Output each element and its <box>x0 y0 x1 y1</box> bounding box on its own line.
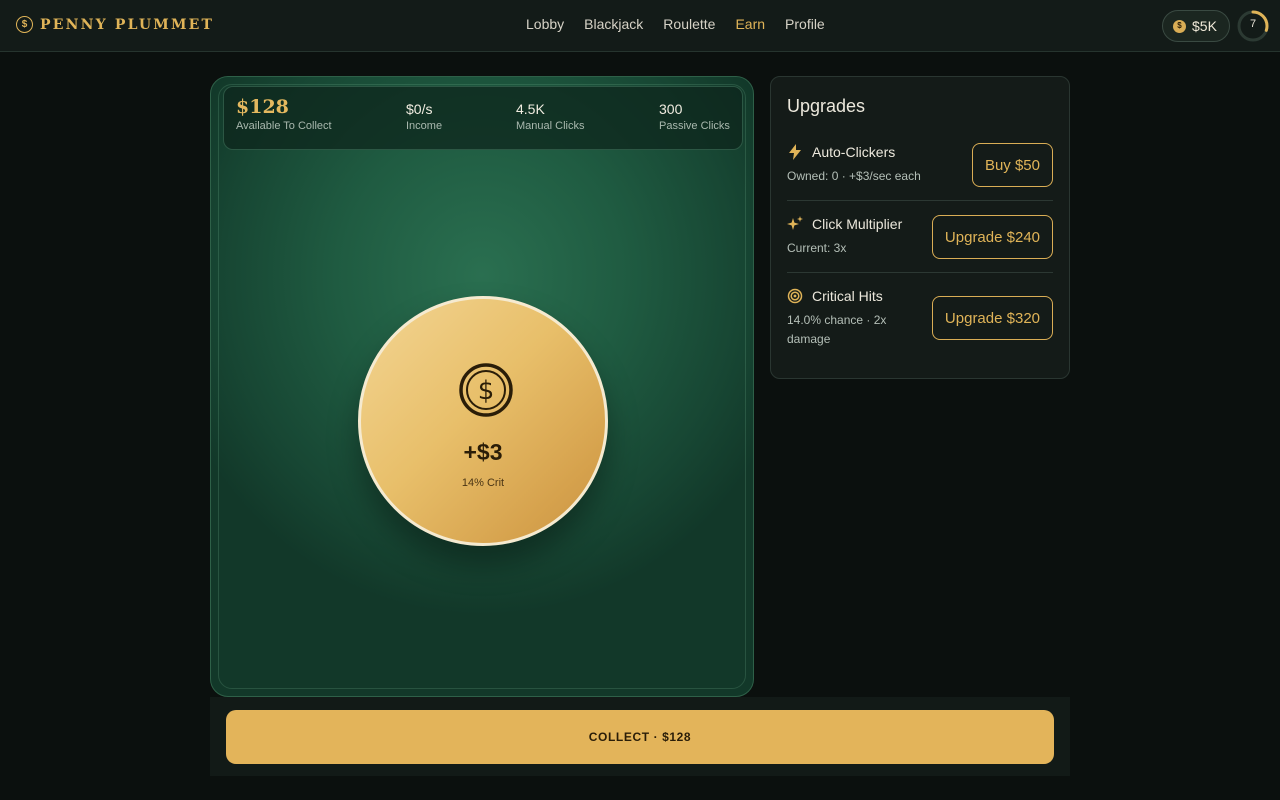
upgrades-panel: Upgrades Auto-Clickers Owned: 0 · +$3/se… <box>770 76 1070 379</box>
available-label: Available To Collect <box>236 120 332 132</box>
sparkle-icon <box>787 216 803 232</box>
nav-lobby[interactable]: Lobby <box>526 16 564 32</box>
upgrade-click-multiplier: Click Multiplier Current: 3x Upgrade $24… <box>787 215 1053 273</box>
passive-clicks-label: Passive Clicks <box>659 120 730 132</box>
target-icon <box>787 288 803 304</box>
nav-roulette[interactable]: Roulette <box>663 16 715 32</box>
level-number: 7 <box>1249 18 1257 30</box>
upgrade-header: Click Multiplier <box>787 216 902 232</box>
upgrade-critical-hits-button[interactable]: Upgrade $320 <box>931 296 1053 340</box>
svg-text:$: $ <box>478 376 495 406</box>
upgrade-auto-clickers: Auto-Clickers Owned: 0 · +$3/sec each Bu… <box>787 143 1053 201</box>
top-bar: $ PENNY PLUMMET Lobby Blackjack Roulette… <box>0 0 1280 52</box>
brand-logo[interactable]: $ PENNY PLUMMET <box>16 16 214 33</box>
stat-manual-clicks: 4.5K Manual Clicks <box>516 101 584 132</box>
available-value: $128 <box>236 96 289 118</box>
click-coin-button[interactable]: $ +$3 14% Crit <box>358 296 608 546</box>
crit-chance: 14% Crit <box>461 477 505 489</box>
income-value: $0/s <box>406 101 433 117</box>
collect-bar: COLLECT · $128 <box>210 697 1070 776</box>
upgrade-description: Current: 3x <box>787 241 847 255</box>
income-label: Income <box>406 120 443 132</box>
click-amount: +$3 <box>463 439 503 465</box>
manual-clicks-label: Manual Clicks <box>516 120 585 132</box>
main-nav: Lobby Blackjack Roulette Earn Profile <box>526 16 825 32</box>
buy-auto-clicker-button[interactable]: Buy $50 <box>971 143 1053 187</box>
passive-clicks-value: 300 <box>659 101 683 117</box>
upgrade-critical-hits: Critical Hits 14.0% chance · 2x damage U… <box>787 287 1053 351</box>
upgrade-description: Owned: 0 · +$3/sec each <box>787 169 921 183</box>
upgrade-description: 14.0% chance · 2x damage <box>787 313 887 346</box>
stat-passive-clicks: 300 Passive Clicks <box>659 101 730 132</box>
nav-blackjack[interactable]: Blackjack <box>584 16 643 32</box>
upgrade-name: Auto-Clickers <box>812 144 896 160</box>
stat-available: $128 Available To Collect <box>236 97 332 132</box>
coin-icon: $ <box>1173 19 1186 33</box>
collect-button[interactable]: COLLECT · $128 <box>226 710 1054 764</box>
balance-amount: $5K <box>1192 18 1217 34</box>
lightning-icon <box>787 144 803 160</box>
manual-clicks-value: 4.5K <box>516 101 545 117</box>
nav-profile[interactable]: Profile <box>785 16 825 32</box>
balance-pill[interactable]: $ $5K <box>1162 10 1230 42</box>
brand-name: PENNY PLUMMET <box>40 16 215 33</box>
upgrade-header: Critical Hits <box>787 288 883 304</box>
upgrades-title: Upgrades <box>787 96 866 116</box>
stats-bar: $128 Available To Collect $0/s Income 4.… <box>223 86 743 150</box>
upgrade-name: Click Multiplier <box>812 216 903 232</box>
dollar-circle-icon: $ <box>459 363 513 417</box>
upgrade-name: Critical Hits <box>812 288 883 304</box>
level-badge[interactable]: 7 <box>1237 10 1269 42</box>
upgrade-click-multiplier-button[interactable]: Upgrade $240 <box>931 215 1053 259</box>
dollar-coin-icon: $ <box>16 16 33 33</box>
nav-earn[interactable]: Earn <box>735 16 765 32</box>
upgrade-header: Auto-Clickers <box>787 144 895 160</box>
stat-income: $0/s Income <box>406 101 442 132</box>
earn-game-panel: $128 Available To Collect $0/s Income 4.… <box>210 76 754 697</box>
